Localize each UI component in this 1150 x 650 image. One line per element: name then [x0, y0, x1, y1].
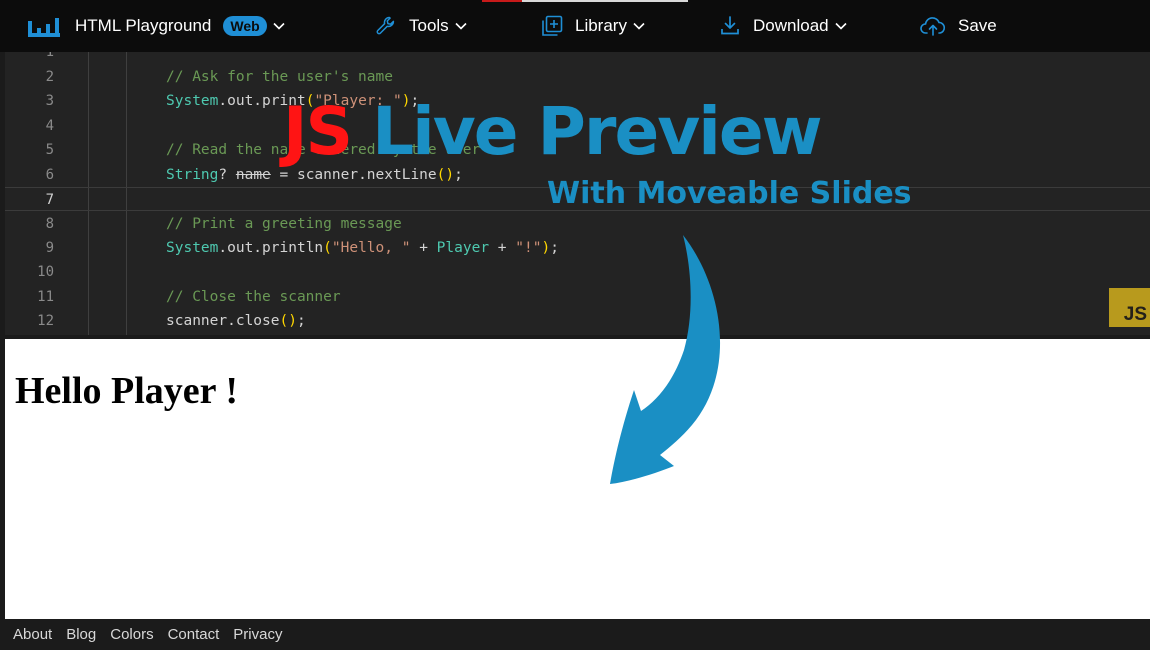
code-token: System [166, 93, 219, 109]
save-button[interactable]: Save [920, 12, 997, 40]
library-label: Library [575, 16, 627, 35]
line-number: 1 [45, 52, 54, 60]
code-token: name [235, 167, 271, 183]
footer-link-privacy[interactable]: Privacy [233, 626, 282, 643]
chevron-down-icon [835, 22, 847, 30]
code-token: ? [218, 167, 236, 183]
chevron-down-icon [273, 22, 285, 30]
code-token: .out.println [218, 240, 324, 256]
cloud-upload-icon [920, 17, 946, 36]
code-comment: // Print a greeting message [166, 216, 402, 232]
download-menu[interactable]: Download [719, 12, 847, 40]
app-title: HTML Playground [75, 16, 212, 35]
line-number: 10 [37, 264, 54, 280]
promo-title: JS Live Preview [283, 92, 823, 172]
promo-subtitle: With Moveable Slides [547, 176, 912, 211]
download-icon [721, 16, 739, 35]
bar-chart-logo-icon [28, 18, 60, 37]
download-label: Download [753, 16, 829, 35]
live-preview-pane: Hello Player ! [5, 339, 1150, 619]
code-token: ; [550, 240, 559, 256]
promo-title-js: JS [283, 93, 353, 170]
footer-link-colors[interactable]: Colors [110, 626, 153, 643]
top-bar: HTML Playground Web Tools Library Downlo… [0, 0, 1150, 52]
code-string: "!" [515, 240, 542, 256]
footer-link-about[interactable]: About [13, 626, 52, 643]
tools-menu[interactable]: Tools [375, 12, 467, 40]
brand-menu[interactable]: HTML Playground Web [28, 12, 285, 40]
line-number: 11 [37, 289, 54, 305]
code-token: + [410, 240, 437, 256]
chevron-down-icon [455, 22, 467, 30]
line-number: 6 [45, 167, 54, 183]
save-label: Save [958, 16, 997, 35]
wrench-icon [376, 16, 395, 35]
code-comment: // Ask for the user's name [166, 69, 393, 85]
code-line: 1 [5, 52, 1150, 64]
tools-label: Tools [409, 16, 449, 35]
chevron-down-icon [633, 22, 645, 30]
library-menu[interactable]: Library [541, 12, 645, 40]
code-line: 9 System.out.println("Hello, " + Player … [5, 236, 1150, 260]
code-token: String [166, 167, 219, 183]
curved-arrow-icon [610, 235, 721, 484]
code-line: 10 [5, 260, 1150, 284]
line-number: 4 [45, 118, 54, 134]
code-line: 2 // Ask for the user's name [5, 65, 1150, 89]
line-number: 8 [45, 216, 54, 232]
tab-accent-red [482, 0, 522, 2]
library-add-icon [542, 15, 563, 36]
preview-heading: Hello Player ! [15, 370, 239, 412]
footer: About Blog Colors Contact Privacy [0, 619, 1150, 650]
line-number: 7 [45, 192, 54, 208]
js-language-badge[interactable]: JS [1109, 288, 1150, 327]
code-token: ; [296, 313, 306, 329]
promo-title-live-preview: Live Preview [372, 93, 823, 170]
code-comment: // Close the scanner [166, 289, 341, 305]
line-number: 9 [45, 240, 54, 256]
footer-link-blog[interactable]: Blog [66, 626, 96, 643]
code-token: Player [436, 240, 490, 256]
code-text: System.out.println("Hello, " + Player + … [166, 240, 559, 256]
tab-accent-white [522, 0, 688, 2]
line-number: 2 [45, 69, 54, 85]
line-number: 12 [37, 313, 54, 329]
code-line: 11 // Close the scanner [5, 285, 1150, 309]
web-badge: Web [223, 16, 267, 36]
footer-link-contact[interactable]: Contact [168, 626, 220, 643]
line-number: 5 [45, 142, 54, 158]
code-string: "Hello, " [331, 240, 411, 256]
code-line: 8 // Print a greeting message [5, 212, 1150, 236]
code-line: 12 scanner.close(); [5, 309, 1150, 333]
code-token: System [166, 240, 219, 256]
code-token: + [489, 240, 516, 256]
line-number: 3 [45, 93, 54, 109]
code-text: scanner.close(); [166, 313, 306, 329]
code-token: scanner.close [166, 313, 280, 329]
